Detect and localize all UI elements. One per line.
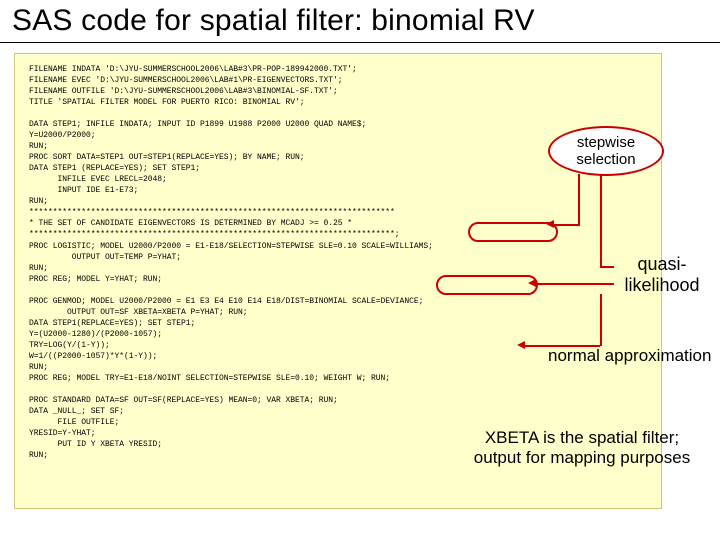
page-title: SAS code for spatial filter: binomial RV bbox=[0, 0, 720, 43]
connector-line bbox=[534, 283, 614, 285]
connector-line bbox=[600, 294, 602, 346]
connector-line bbox=[578, 174, 580, 224]
annotation-stepwise-selection: stepwise selection bbox=[548, 126, 664, 176]
annotation-xbeta-output: XBETA is the spatial filter; output for … bbox=[452, 428, 712, 467]
annotation-scale-williams-oval bbox=[468, 222, 558, 242]
connector-line bbox=[553, 224, 580, 226]
annotation-normal-approx: normal approximation bbox=[548, 346, 711, 366]
annotation-quasi-likelihood: quasi- likelihood bbox=[612, 254, 712, 295]
arrowhead-icon bbox=[517, 341, 525, 349]
code-text: FILENAME INDATA 'D:\JYU-SUMMERSCHOOL2006… bbox=[29, 65, 433, 460]
annotation-scale-deviance-oval bbox=[436, 275, 538, 295]
annotation-stepwise-label: stepwise selection bbox=[576, 134, 635, 169]
connector-line bbox=[600, 174, 602, 268]
